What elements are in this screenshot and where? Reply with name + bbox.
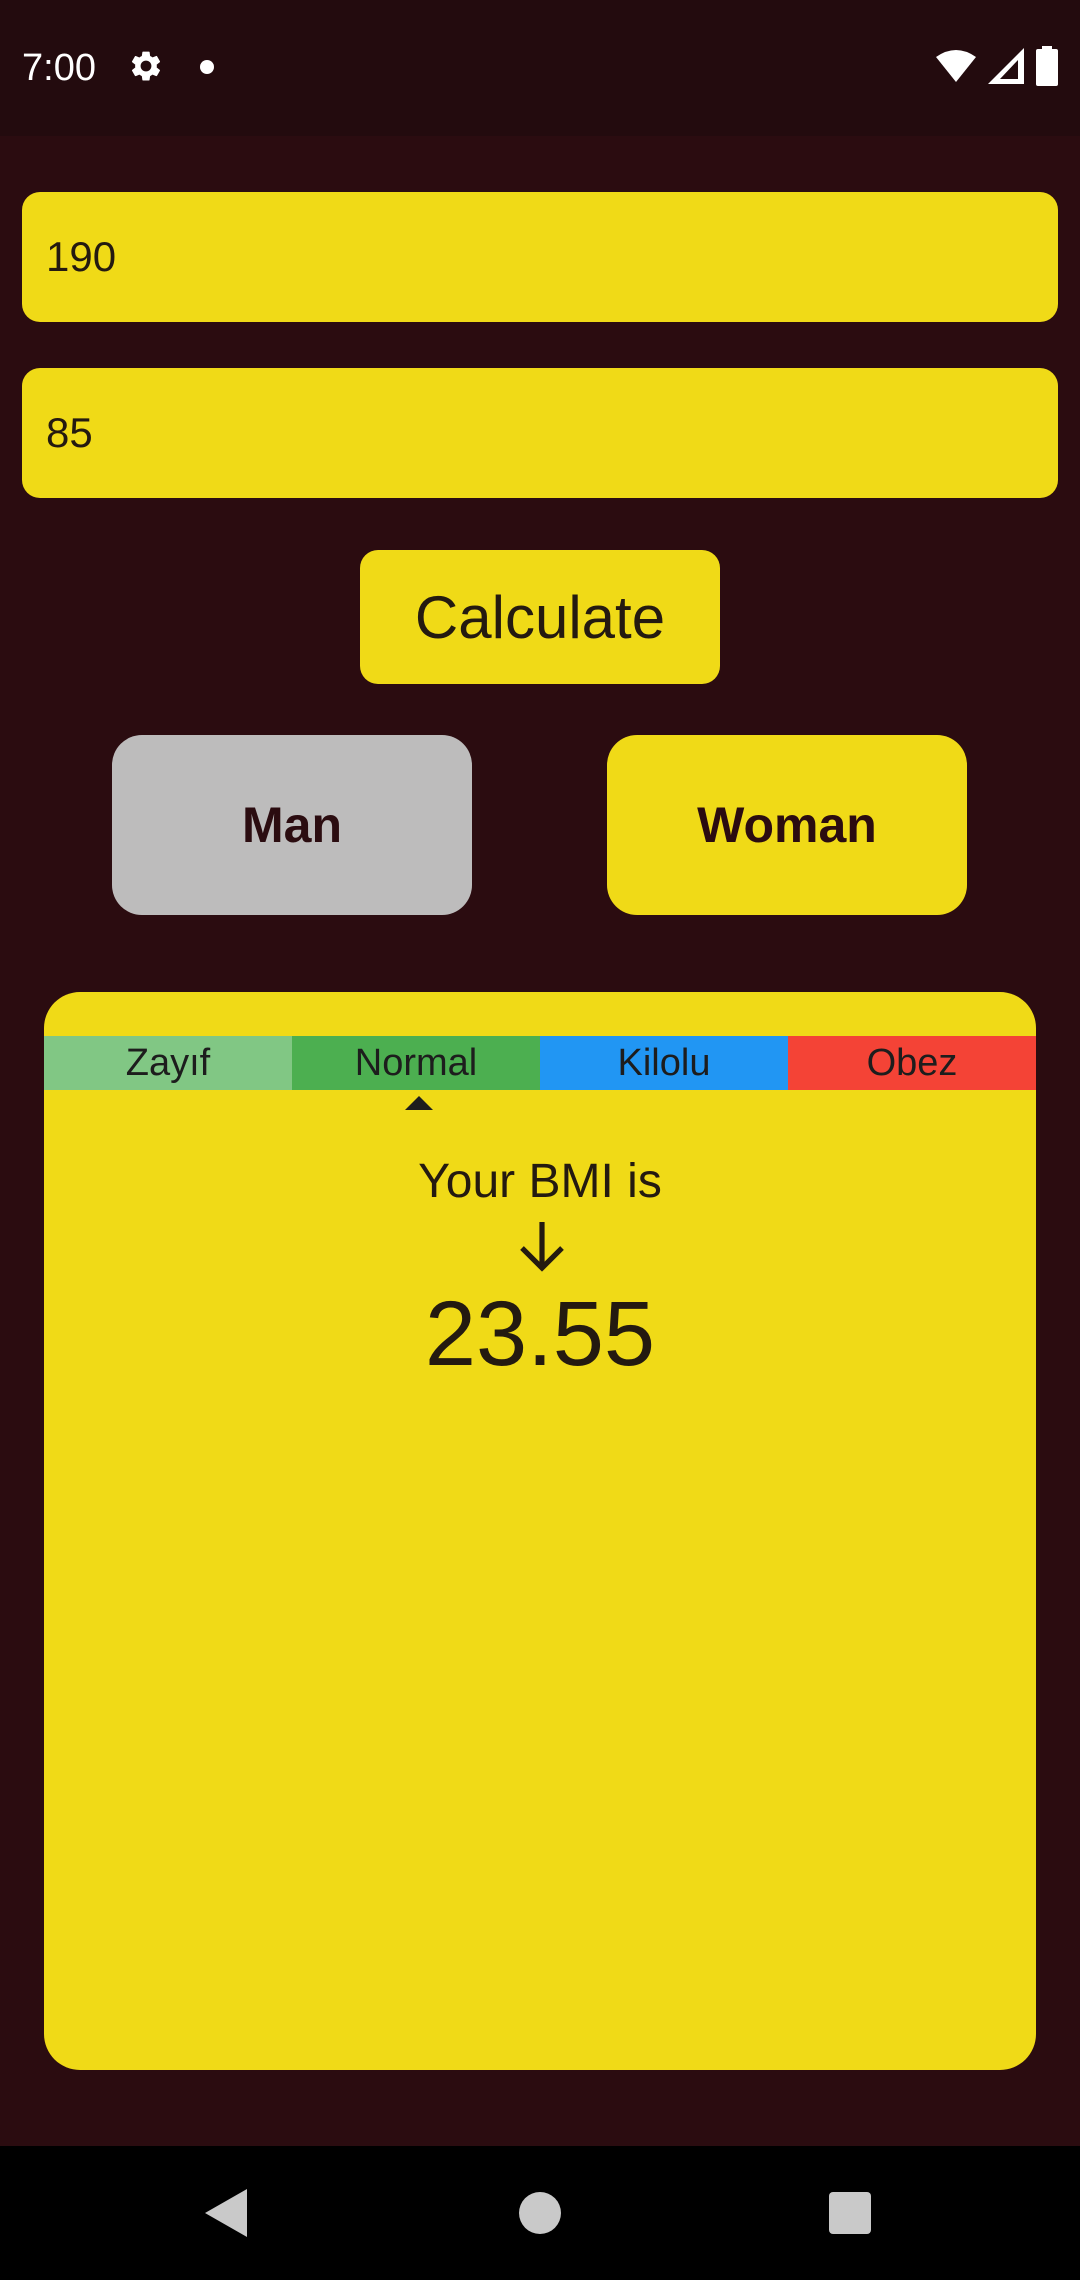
man-button[interactable]: Man bbox=[112, 735, 472, 915]
result-card: Zayıf Normal Kilolu Obez Your BMI is 23.… bbox=[44, 992, 1036, 2070]
wifi-icon bbox=[936, 50, 976, 82]
home-icon[interactable] bbox=[519, 2192, 561, 2234]
scale-segment-obese: Obez bbox=[788, 1036, 1036, 1090]
bmi-value: 23.55 bbox=[424, 1283, 656, 1385]
scale-marker-icon bbox=[405, 1096, 433, 1110]
arrow-down-icon bbox=[520, 1222, 564, 1272]
recents-icon[interactable] bbox=[829, 2192, 871, 2234]
battery-icon bbox=[1036, 46, 1058, 86]
notification-dot-icon bbox=[200, 60, 214, 74]
status-bar: 7:00 bbox=[0, 0, 1080, 136]
navigation-bar bbox=[0, 2146, 1080, 2280]
status-indicators bbox=[936, 44, 1058, 88]
weight-input[interactable]: 85 bbox=[22, 368, 1058, 498]
height-input[interactable]: 190 bbox=[22, 192, 1058, 322]
status-time: 7:00 bbox=[22, 47, 96, 89]
bmi-scale: Zayıf Normal Kilolu Obez bbox=[44, 1036, 1036, 1090]
calculate-button[interactable]: Calculate bbox=[360, 550, 720, 684]
scale-segment-overweight: Kilolu bbox=[540, 1036, 788, 1090]
back-icon[interactable] bbox=[205, 2189, 247, 2237]
signal-icon bbox=[988, 48, 1024, 84]
scale-segment-normal: Normal bbox=[292, 1036, 540, 1090]
bmi-heading: Your BMI is bbox=[418, 1155, 662, 1208]
woman-button[interactable]: Woman bbox=[607, 735, 967, 915]
gear-icon bbox=[131, 51, 161, 81]
scale-segment-underweight: Zayıf bbox=[44, 1036, 292, 1090]
